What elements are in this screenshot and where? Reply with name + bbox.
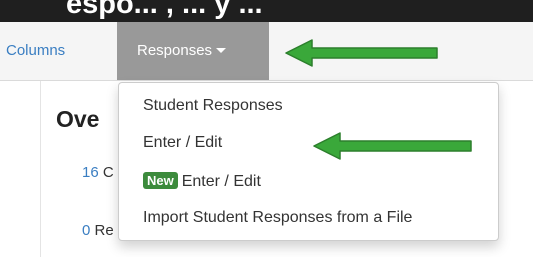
- tab-columns-label: Columns: [6, 42, 66, 59]
- new-badge: New: [143, 172, 178, 189]
- tab-responses-label: Responses: [137, 42, 213, 59]
- menu-item-enter-edit[interactable]: Enter / Edit: [143, 134, 222, 152]
- stat-line: 16 C: [82, 164, 114, 181]
- menu-item-student-responses[interactable]: Student Responses: [143, 97, 283, 115]
- top-title-bar: espo... , ... y ...: [0, 0, 533, 22]
- menu-item-label: Enter / Edit: [181, 173, 261, 190]
- menu-item-new-enter-edit[interactable]: New Enter / Edit: [143, 172, 261, 191]
- arrow-left-icon: [285, 39, 438, 67]
- page-title-partial: espo... , ... y ...: [66, 0, 263, 20]
- menu-item-label: Enter / Edit: [143, 134, 223, 151]
- arrow-left-icon: [313, 132, 472, 160]
- overview-heading: Ove: [56, 106, 100, 132]
- stat-label: C: [102, 164, 114, 181]
- stat-count-link[interactable]: 0: [82, 222, 90, 239]
- stat-count-link[interactable]: 16: [82, 164, 99, 181]
- stat-label: Re: [94, 222, 114, 239]
- tab-columns[interactable]: Columns: [0, 22, 115, 80]
- menu-item-label: Import Student Responses from a File: [143, 209, 413, 226]
- nav-bar: Columns Responses: [0, 22, 533, 81]
- caret-down-icon: [216, 47, 227, 53]
- menu-item-import-file[interactable]: Import Student Responses from a File: [143, 209, 412, 227]
- tab-responses[interactable]: Responses: [117, 22, 269, 80]
- stat-line: 0 Re: [82, 222, 114, 239]
- menu-item-label: Student Responses: [143, 97, 283, 114]
